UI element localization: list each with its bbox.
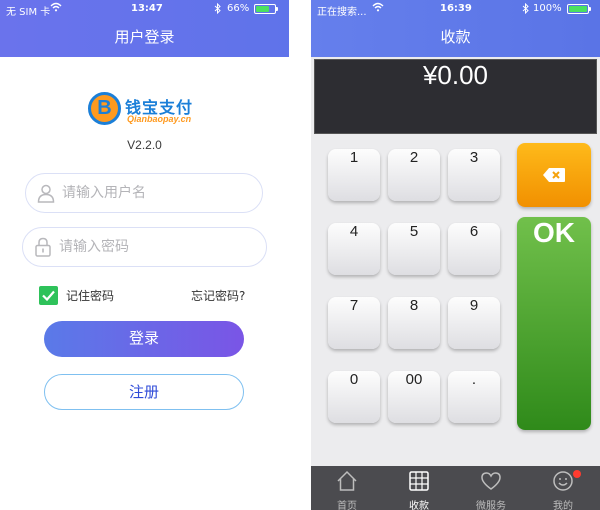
key-3[interactable]: 3 <box>448 149 500 201</box>
key-9[interactable]: 9 <box>448 297 500 349</box>
key-4[interactable]: 4 <box>328 223 380 275</box>
tab-home[interactable]: 首页 <box>311 466 383 510</box>
password-field[interactable] <box>22 227 267 267</box>
key-7[interactable]: 7 <box>328 297 380 349</box>
carrier-label: 正在搜索... <box>317 7 367 18</box>
battery-icon <box>254 4 278 14</box>
logo-domain: Qianbaopay.cn <box>127 114 192 124</box>
ok-button[interactable]: OK <box>517 217 591 430</box>
key-0[interactable]: 0 <box>328 371 380 423</box>
payment-screen: 正在搜索... 16:39 100% 收款 ¥0.00 1 2 3 4 5 6 … <box>311 0 600 510</box>
tab-microservice[interactable]: 微服务 <box>455 466 527 510</box>
logo-badge: B <box>88 92 121 125</box>
notification-badge <box>573 470 581 478</box>
bluetooth-icon <box>522 2 529 17</box>
username-input[interactable] <box>62 182 252 204</box>
amount-display: ¥0.00 <box>314 59 597 134</box>
home-icon <box>336 470 358 492</box>
tab-collect-label: 收款 <box>409 501 429 510</box>
tab-collect[interactable]: 收款 <box>383 466 455 510</box>
username-field[interactable] <box>25 173 263 213</box>
app-version: V2.2.0 <box>127 138 162 152</box>
user-icon <box>36 183 56 203</box>
forgot-password-link[interactable]: 忘记密码? <box>191 287 245 304</box>
brand-logo: B 钱宝支付 Qianbaopay.cn <box>88 92 206 128</box>
password-input[interactable] <box>59 236 249 258</box>
key-2[interactable]: 2 <box>388 149 440 201</box>
wifi-icon <box>372 2 384 15</box>
battery-fill <box>256 6 269 12</box>
page-title: 收款 <box>311 18 600 57</box>
tab-microservice-label: 微服务 <box>476 501 506 510</box>
heart-icon <box>480 470 502 492</box>
key-1[interactable]: 1 <box>328 149 380 201</box>
remember-password-label: 记住密码 <box>66 289 115 303</box>
smiley-icon <box>552 470 574 492</box>
battery-fill <box>569 6 587 12</box>
remember-password-checkbox[interactable] <box>39 286 58 305</box>
key-6[interactable]: 6 <box>448 223 500 275</box>
battery-percent: 100% <box>533 3 562 14</box>
login-button[interactable]: 登录 <box>44 321 244 357</box>
tab-bar: 首页 收款 微服务 我的 <box>311 466 600 510</box>
status-time: 16:39 <box>440 3 472 14</box>
backspace-button[interactable] <box>517 143 591 207</box>
calculator-icon <box>408 470 430 492</box>
page-title: 用户登录 <box>0 18 289 57</box>
bluetooth-icon <box>214 2 221 17</box>
login-screen: 无 SIM 卡 13:47 66% 用户登录 B 钱宝支付 Qianbaopay… <box>0 0 289 510</box>
tab-mine-label: 我的 <box>553 501 573 510</box>
checkmark-icon <box>42 290 55 302</box>
battery-percent: 66% <box>227 3 250 14</box>
key-5[interactable]: 5 <box>388 223 440 275</box>
key-8[interactable]: 8 <box>388 297 440 349</box>
register-button[interactable]: 注册 <box>44 374 244 410</box>
battery-icon <box>567 4 591 14</box>
carrier-label: 无 SIM 卡 <box>6 7 51 18</box>
tab-mine[interactable]: 我的 <box>527 466 599 510</box>
wifi-icon <box>50 2 62 15</box>
key-decimal[interactable]: . <box>448 371 500 423</box>
key-00[interactable]: 00 <box>388 371 440 423</box>
screen-divider <box>289 0 311 510</box>
status-bar: 正在搜索... 16:39 100% <box>311 0 600 18</box>
status-time: 13:47 <box>131 3 163 14</box>
lock-icon <box>33 237 53 257</box>
backspace-icon <box>542 167 566 183</box>
status-bar: 无 SIM 卡 13:47 66% <box>0 0 289 18</box>
tab-home-label: 首页 <box>337 501 357 510</box>
